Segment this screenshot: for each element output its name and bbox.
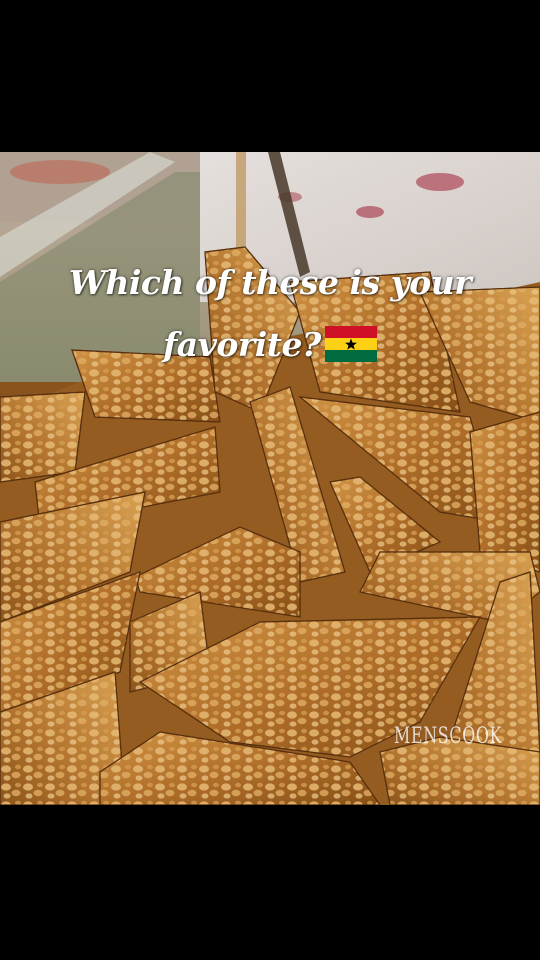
story-screen: Which of these is your favorite? MENSCOO… xyxy=(0,0,540,960)
watermark: MENSCOOK xyxy=(394,724,503,749)
post-image[interactable] xyxy=(0,152,540,805)
post-caption: Which of these is your favorite? xyxy=(0,252,540,382)
ghana-flag-icon xyxy=(324,320,377,382)
brittle-photo xyxy=(0,152,540,805)
caption-line-2: favorite? xyxy=(0,314,540,382)
caption-line-2-text: favorite? xyxy=(163,325,321,364)
caption-line-1: Which of these is your xyxy=(68,263,472,302)
